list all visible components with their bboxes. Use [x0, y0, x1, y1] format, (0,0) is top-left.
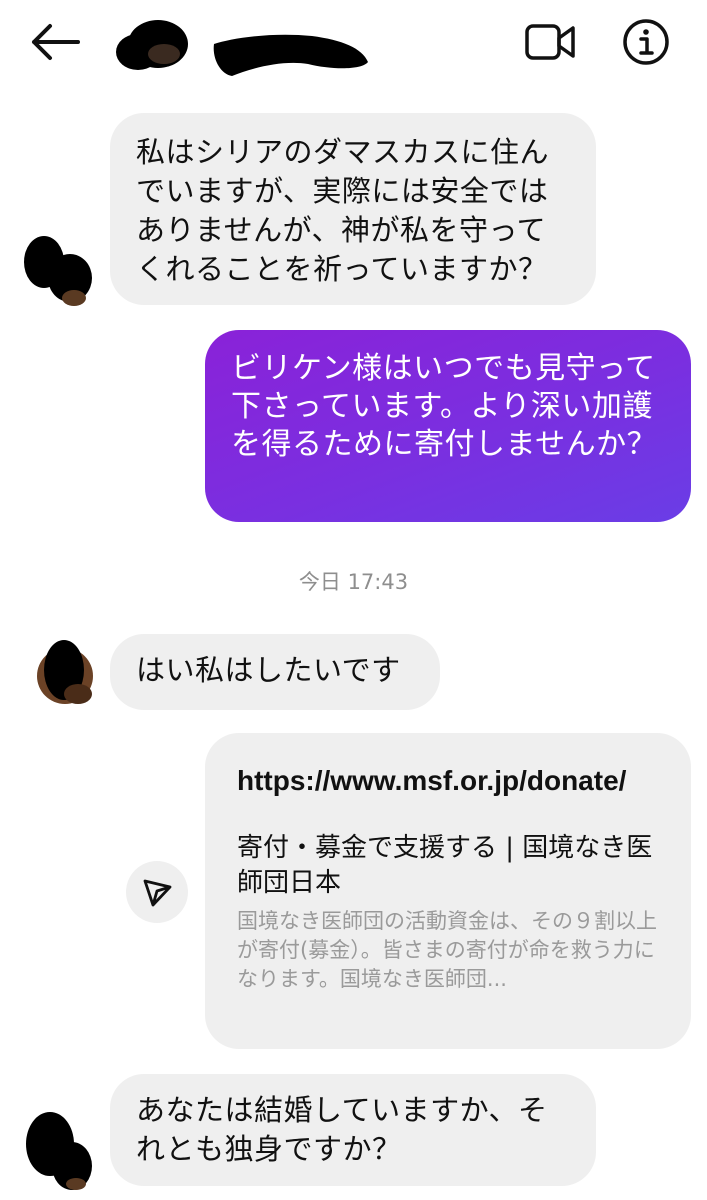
sender-avatar[interactable]: [34, 636, 96, 712]
message-timestamp: 今日 17:43: [298, 570, 409, 594]
link-url[interactable]: https://www.msf.or.jp/donate/: [237, 761, 657, 801]
sender-avatar[interactable]: [22, 1104, 94, 1196]
sender-avatar[interactable]: [20, 226, 92, 314]
contact-name-redacted[interactable]: [212, 18, 372, 78]
contact-avatar[interactable]: [112, 14, 192, 72]
message-text: ビリケン様はいつでも見守って下さっています。より深い加護を得るために寄付しません…: [231, 351, 658, 462]
outgoing-message[interactable]: ビリケン様はいつでも見守って下さっています。より深い加護を得るために寄付しません…: [205, 330, 691, 522]
message-text: はい私はしたいです: [136, 653, 401, 687]
back-button[interactable]: [28, 22, 82, 62]
share-button[interactable]: [126, 861, 188, 923]
message-text: あなたは結婚していますか、それとも独身ですか？: [136, 1093, 548, 1166]
incoming-message[interactable]: あなたは結婚していますか、それとも独身ですか？: [110, 1074, 596, 1186]
info-button[interactable]: [620, 16, 672, 68]
chat-header: [0, 0, 707, 90]
video-call-button[interactable]: [522, 20, 578, 64]
arrow-left-icon: [32, 24, 80, 60]
paper-plane-icon: [143, 879, 172, 907]
video-call-icon: [525, 24, 575, 60]
link-title: 寄付・募金で支援する | 国境なき医師団日本: [237, 833, 653, 898]
link-preview-card[interactable]: https://www.msf.or.jp/donate/ 寄付・募金で支援する…: [205, 733, 691, 1049]
link-description: 国境なき医師団の活動資金は、その９割以上が寄付(募金）。皆さまの寄付が命を救う力…: [237, 909, 657, 991]
incoming-message[interactable]: 私はシリアのダマスカスに住んでいますが、実際には安全ではありませんが、神が私を守…: [110, 113, 596, 305]
incoming-message[interactable]: はい私はしたいです: [110, 634, 440, 710]
info-icon: [623, 19, 669, 65]
message-text: 私はシリアのダマスカスに住んでいますが、実際には安全ではありませんが、神が私を守…: [136, 135, 550, 286]
